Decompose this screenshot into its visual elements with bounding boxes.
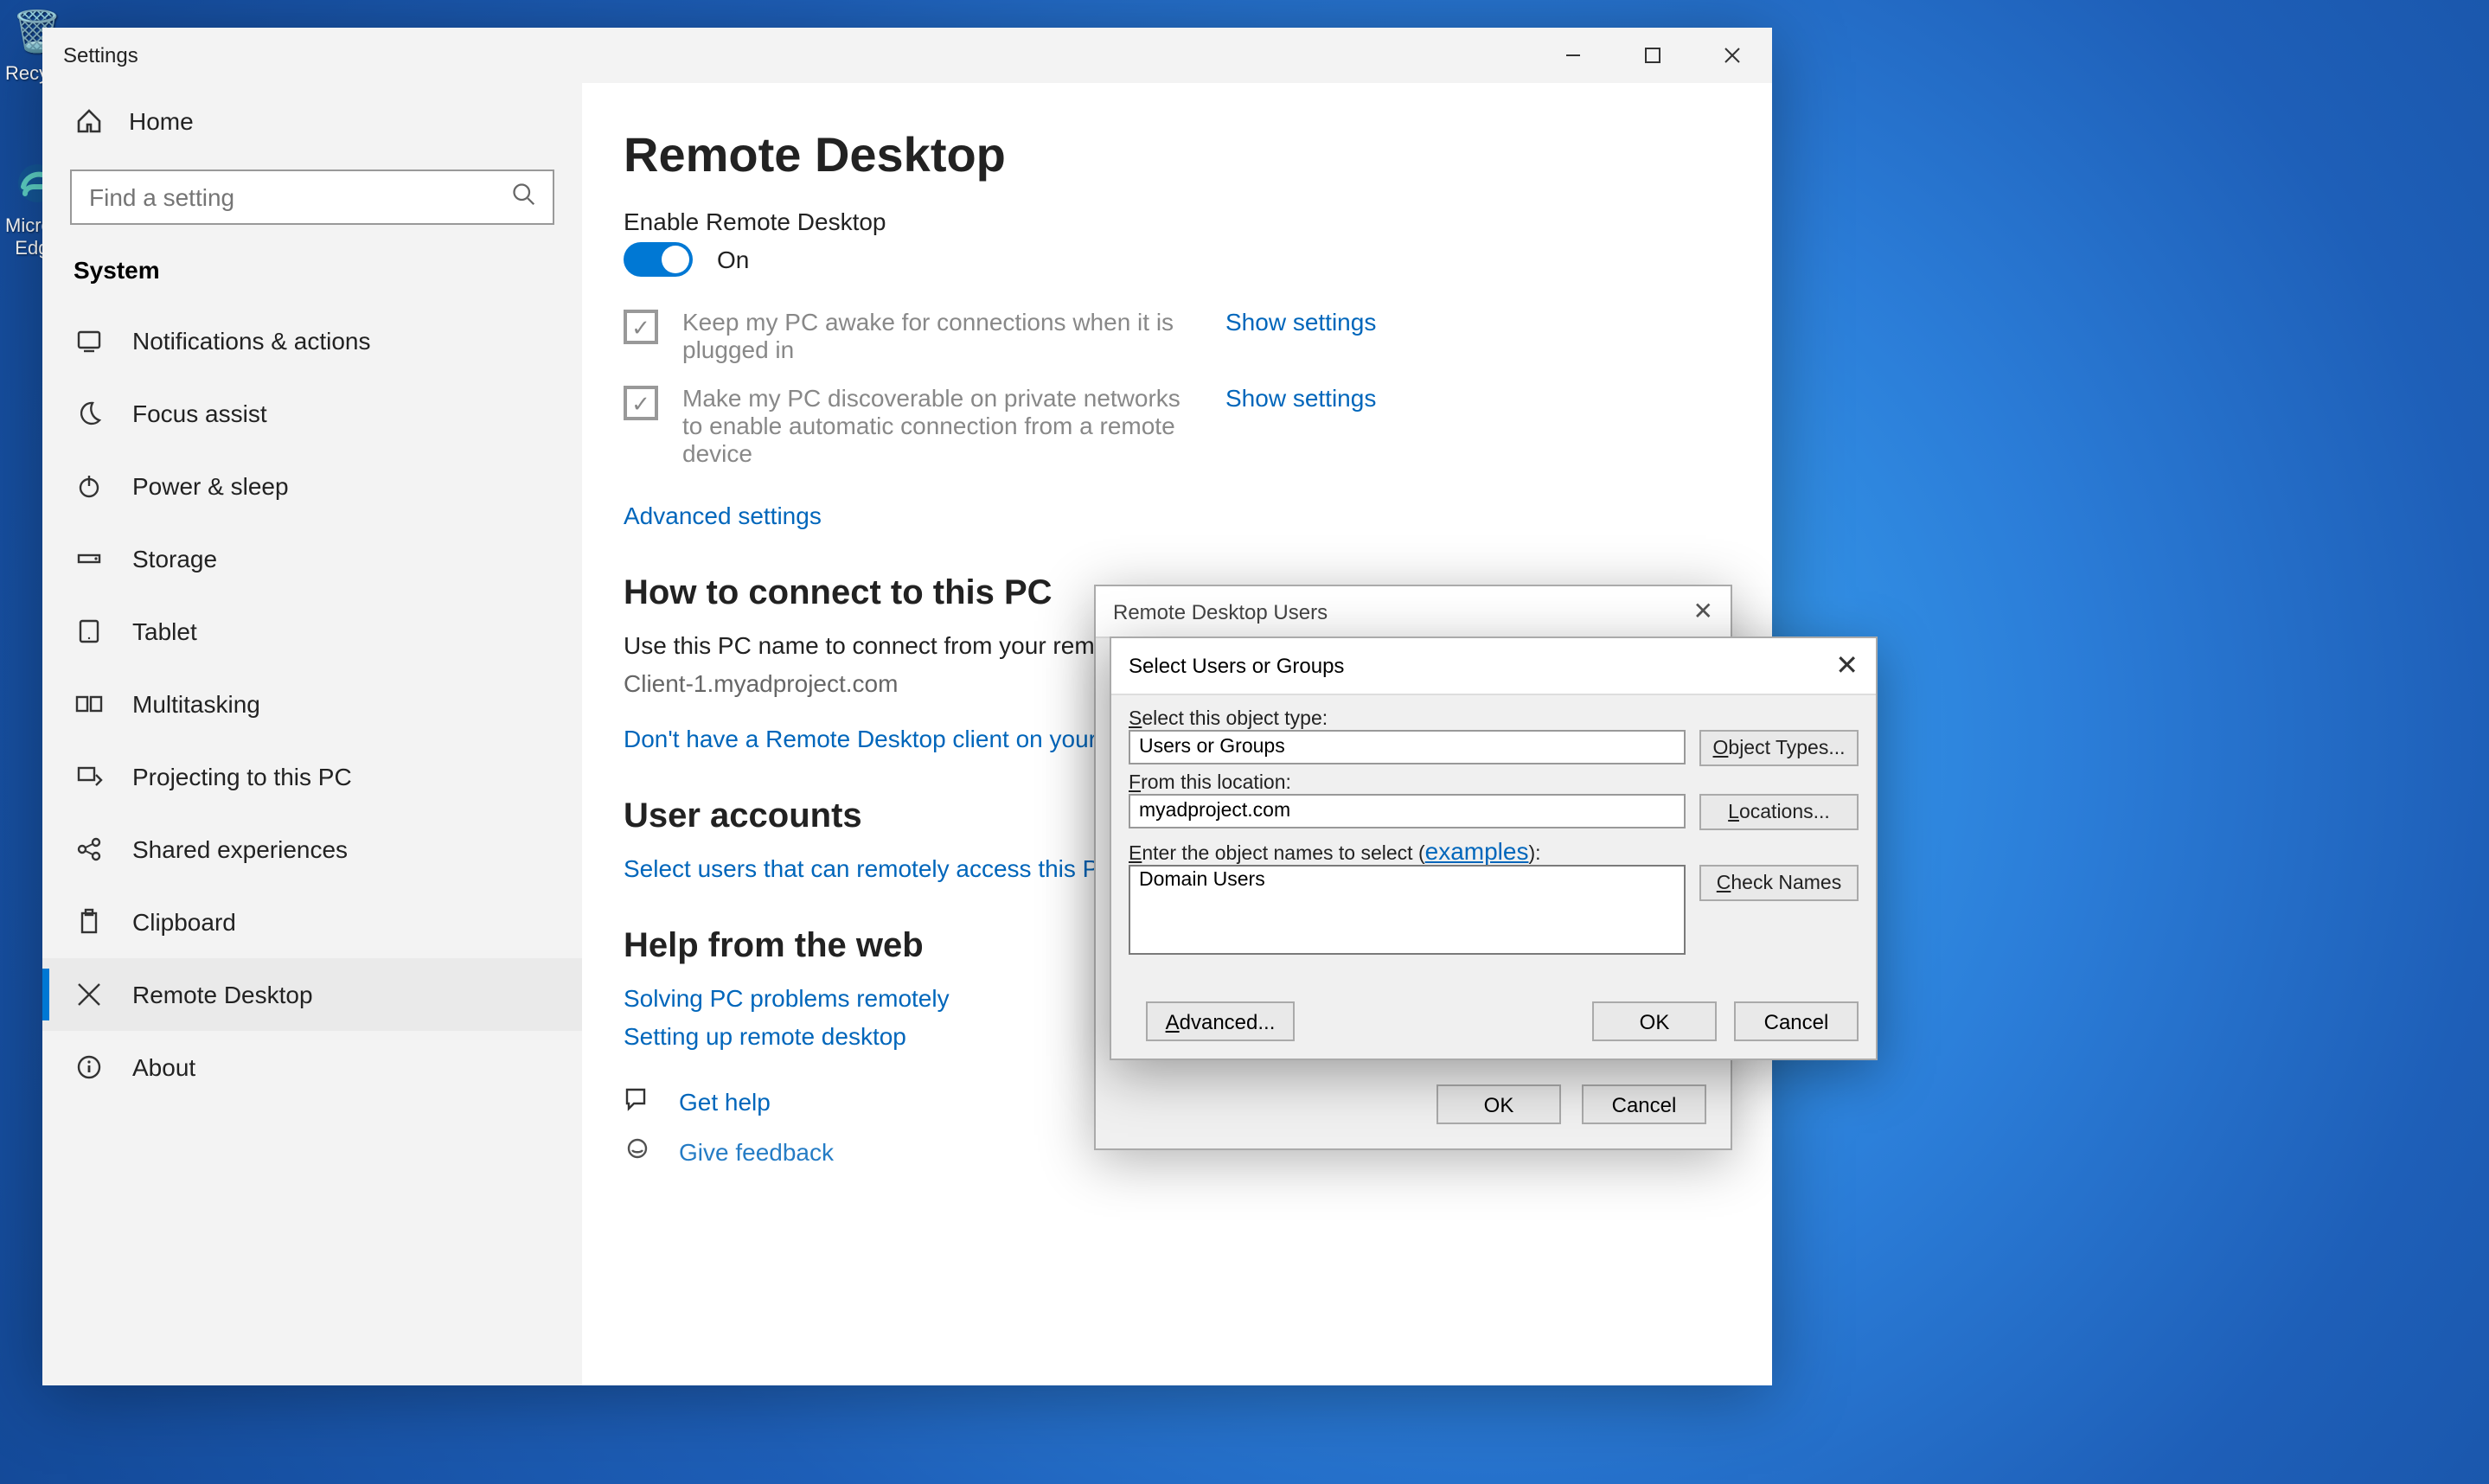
sidebar-home-label: Home <box>129 107 194 135</box>
sug-cancel-button[interactable]: Cancel <box>1734 1001 1859 1041</box>
from-location-label: From this location: <box>1129 773 1859 794</box>
sidebar-item-label: Storage <box>132 545 217 572</box>
rdu-cancel-button[interactable]: Cancel <box>1582 1084 1706 1124</box>
search-box[interactable] <box>70 170 554 225</box>
discoverable-checkbox[interactable] <box>624 386 658 420</box>
sidebar-item-focus-assist[interactable]: Focus assist <box>42 377 582 450</box>
give-feedback-link[interactable]: Give feedback <box>679 1137 834 1165</box>
search-input[interactable] <box>89 183 511 211</box>
rdu-title: Remote Desktop Users <box>1113 599 1328 624</box>
sidebar-item-label: Tablet <box>132 617 197 645</box>
sidebar-item-label: Power & sleep <box>132 472 289 500</box>
sidebar-item-about[interactable]: About <box>42 1031 582 1103</box>
sidebar-item-label: Notifications & actions <box>132 327 370 355</box>
keep-awake-checkbox[interactable] <box>624 310 658 344</box>
get-help-link[interactable]: Get help <box>679 1087 771 1115</box>
locations-button[interactable]: Locations... <box>1699 794 1859 830</box>
object-type-field[interactable] <box>1129 730 1686 764</box>
sidebar-item-remote-desktop[interactable]: Remote Desktop <box>42 958 582 1031</box>
sidebar-item-label: Focus assist <box>132 400 267 427</box>
clipboard-icon <box>74 908 105 936</box>
sug-close-button[interactable]: ✕ <box>1835 649 1859 683</box>
toggle-state: On <box>717 246 749 273</box>
sidebar-item-label: Remote Desktop <box>132 981 313 1008</box>
project-icon <box>74 763 105 790</box>
sug-ok-button[interactable]: OK <box>1592 1001 1717 1041</box>
check-names-button[interactable]: Check Names <box>1699 865 1859 901</box>
sidebar-section-header: System <box>42 256 582 304</box>
info-icon <box>74 1053 105 1081</box>
keep-awake-label: Keep my PC awake for connections when it… <box>682 308 1201 363</box>
get-help-icon <box>624 1084 655 1117</box>
sidebar-item-storage[interactable]: Storage <box>42 522 582 595</box>
sidebar-item-tablet[interactable]: Tablet <box>42 595 582 668</box>
enter-names-label: Enter the object names to select (exampl… <box>1129 837 1859 865</box>
maximize-button[interactable] <box>1613 28 1692 83</box>
sidebar-item-label: Projecting to this PC <box>132 763 352 790</box>
home-icon <box>74 107 105 135</box>
from-location-field[interactable] <box>1129 794 1686 828</box>
show-settings-link-1[interactable]: Show settings <box>1225 308 1376 336</box>
sidebar-item-notifications[interactable]: Notifications & actions <box>42 304 582 377</box>
sidebar-item-projecting[interactable]: Projecting to this PC <box>42 740 582 813</box>
sug-title: Select Users or Groups <box>1129 654 1344 678</box>
power-icon <box>74 472 105 500</box>
advanced-settings-link[interactable]: Advanced settings <box>624 502 822 529</box>
show-settings-link-2[interactable]: Show settings <box>1225 384 1376 412</box>
share-icon <box>74 835 105 863</box>
select-users-or-groups-dialog: Select Users or Groups ✕ Select this obj… <box>1110 636 1878 1060</box>
minimize-button[interactable] <box>1533 28 1613 83</box>
sidebar-item-label: Clipboard <box>132 908 236 936</box>
advanced-button[interactable]: Advanced... <box>1146 1001 1295 1041</box>
storage-icon <box>74 545 105 572</box>
sidebar-item-label: Shared experiences <box>132 835 348 863</box>
sidebar-item-label: Multitasking <box>132 690 260 718</box>
feedback-icon <box>624 1135 655 1167</box>
window-title: Settings <box>42 43 138 67</box>
multitask-icon <box>74 690 105 718</box>
sidebar: Home System Notifications & actions Focu… <box>42 83 582 1385</box>
sidebar-item-power-sleep[interactable]: Power & sleep <box>42 450 582 522</box>
sidebar-item-shared-experiences[interactable]: Shared experiences <box>42 813 582 886</box>
enable-label: Enable Remote Desktop <box>624 208 1731 235</box>
settings-window: Settings Home System <box>42 28 1772 1385</box>
sidebar-home[interactable]: Home <box>42 83 582 159</box>
tablet-icon <box>74 617 105 645</box>
sidebar-item-clipboard[interactable]: Clipboard <box>42 886 582 958</box>
examples-link[interactable]: examples <box>1425 837 1529 865</box>
remote-icon <box>74 981 105 1008</box>
sidebar-item-label: About <box>132 1053 195 1081</box>
page-title: Remote Desktop <box>624 128 1731 183</box>
object-types-button[interactable]: Object Types... <box>1699 730 1859 766</box>
rdu-close-button[interactable]: ✕ <box>1693 597 1713 626</box>
search-icon <box>511 181 535 214</box>
rdu-ok-button[interactable]: OK <box>1436 1084 1561 1124</box>
select-users-link[interactable]: Select users that can remotely access th… <box>624 854 1117 882</box>
titlebar: Settings <box>42 28 1772 83</box>
object-type-label: Select this object type: <box>1129 709 1859 730</box>
notifications-icon <box>74 327 105 355</box>
enable-toggle[interactable] <box>624 242 693 277</box>
object-names-textarea[interactable] <box>1129 865 1686 955</box>
sidebar-item-multitasking[interactable]: Multitasking <box>42 668 582 740</box>
moon-icon <box>74 400 105 427</box>
close-button[interactable] <box>1692 28 1772 83</box>
discoverable-label: Make my PC discoverable on private netwo… <box>682 384 1201 467</box>
